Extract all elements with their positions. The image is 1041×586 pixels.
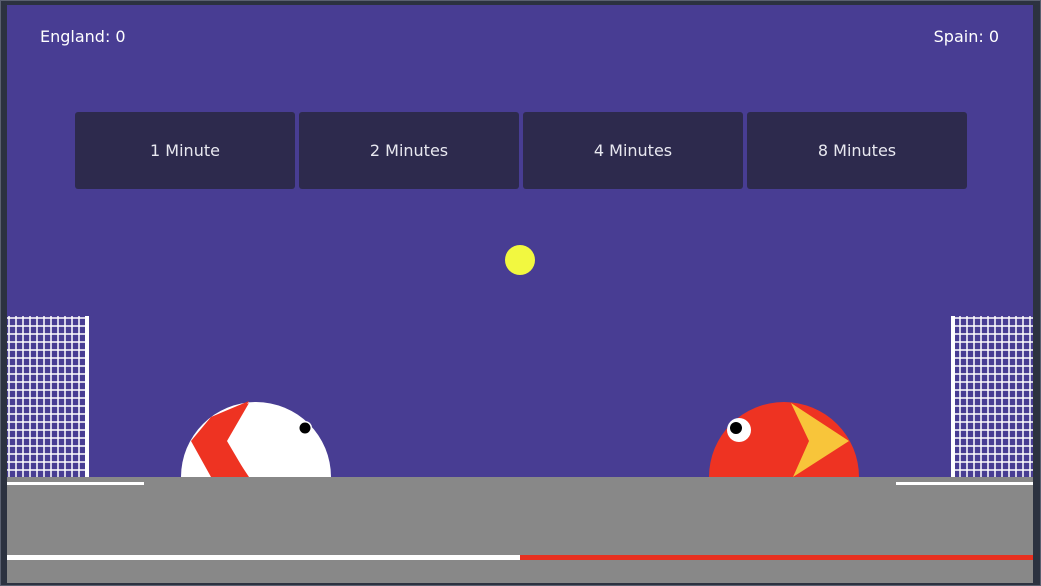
- right-goal: [951, 316, 1033, 477]
- duration-8-minutes-button[interactable]: 8 Minutes: [747, 112, 967, 189]
- left-goal-line: [7, 482, 144, 485]
- game-canvas[interactable]: England: 0 Spain: 0 1 Minute 2 Minutes 4…: [7, 5, 1033, 583]
- pitch-ground: [7, 477, 1033, 583]
- england-player: [181, 401, 331, 477]
- right-goal-net: [951, 316, 1033, 477]
- left-goal-net: [7, 316, 89, 477]
- spain-player: [709, 401, 859, 477]
- window-frame: England: 0 Spain: 0 1 Minute 2 Minutes 4…: [0, 0, 1041, 586]
- timer-elapsed: [7, 555, 520, 560]
- left-goal: [7, 316, 89, 477]
- right-goal-line: [896, 482, 1033, 485]
- england-score: England: 0: [40, 27, 126, 46]
- ball: [505, 245, 535, 275]
- match-timer-bar: [7, 555, 1033, 560]
- duration-2-minutes-button[interactable]: 2 Minutes: [299, 112, 519, 189]
- duration-4-minutes-button[interactable]: 4 Minutes: [523, 112, 743, 189]
- duration-1-minute-button[interactable]: 1 Minute: [75, 112, 295, 189]
- spain-score: Spain: 0: [933, 27, 999, 46]
- timer-remaining: [520, 555, 1033, 560]
